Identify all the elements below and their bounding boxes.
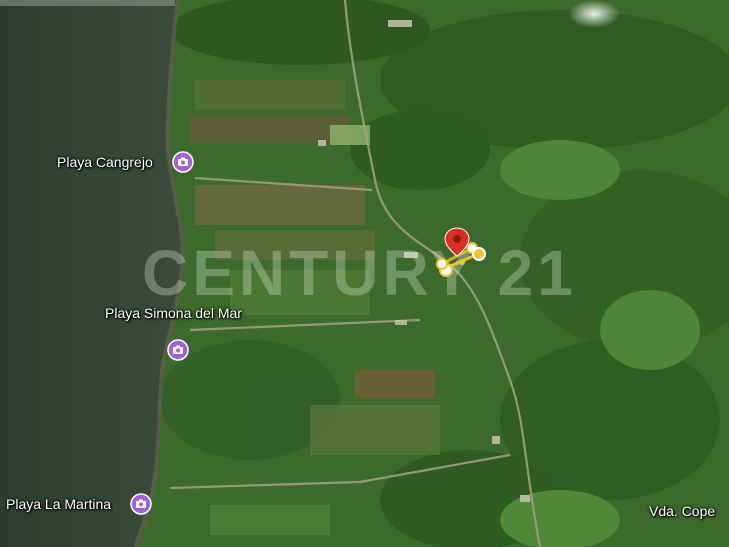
place-label-playa-simona-del-mar[interactable]: Playa Simona del Mar xyxy=(105,305,242,321)
map-canvas[interactable]: CENTURY 21 Playa Cangrejo Playa Simona d… xyxy=(0,0,729,547)
camera-poi-icon[interactable] xyxy=(167,339,189,361)
camera-poi-icon[interactable] xyxy=(172,151,194,173)
century21-watermark: CENTURY 21 xyxy=(142,237,577,309)
place-label-playa-la-martina[interactable]: Playa La Martina xyxy=(6,496,111,512)
place-label-playa-cangrejo[interactable]: Playa Cangrejo xyxy=(57,154,153,170)
camera-poi-icon[interactable] xyxy=(130,493,152,515)
location-pin-icon[interactable] xyxy=(434,226,492,282)
place-label-vda-cope[interactable]: Vda. Cope xyxy=(649,503,715,519)
